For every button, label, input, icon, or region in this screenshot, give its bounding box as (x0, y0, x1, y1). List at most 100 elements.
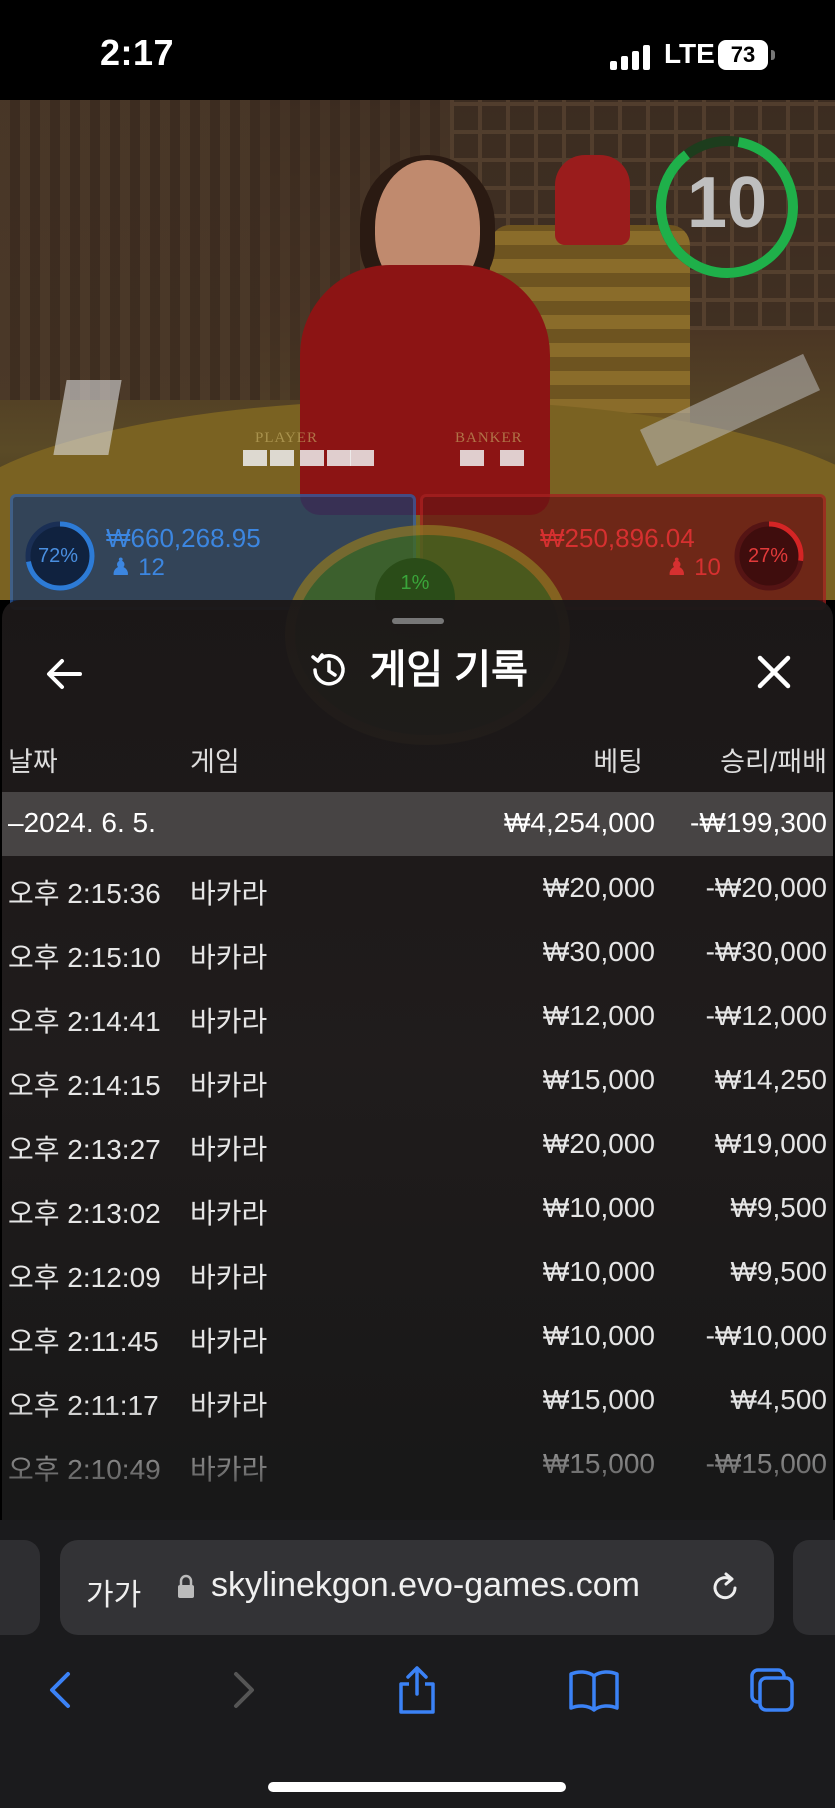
home-indicator (268, 1782, 566, 1792)
network-type: LTE (664, 38, 715, 69)
row-game: 바카라 (190, 1006, 268, 1037)
url-text[interactable]: skylinekgon.evo-games.com (211, 1566, 640, 1605)
row-time: 오후 2:14:41 (8, 1006, 161, 1037)
row-bet: ₩10,000 (542, 1192, 655, 1223)
date-summary-row[interactable]: –2024. 6. 5. ₩4,254,000 -₩199,300 (2, 792, 833, 856)
row-bet: ₩15,000 (542, 1064, 655, 1095)
player-bet-amount: ₩660,268.95 (106, 523, 261, 553)
row-result: ₩9,500 (730, 1256, 828, 1287)
player-percent: 72% (38, 545, 79, 567)
player-count-value: 12 (138, 554, 165, 581)
banker-count-value: 10 (694, 554, 721, 581)
row-result: ₩9,500 (730, 1192, 828, 1223)
summary-result: -₩199,300 (690, 807, 827, 838)
row-game: 바카라 (190, 1326, 268, 1357)
banker-table-label: BANKER (455, 430, 523, 446)
history-icon (311, 653, 345, 686)
bookmarks-icon[interactable] (566, 1662, 622, 1718)
row-result: ₩19,000 (714, 1128, 827, 1159)
reload-icon[interactable] (708, 1570, 742, 1604)
history-row[interactable]: 오후 2:13:02 바카라 ₩10,000 ₩9,500 (2, 1176, 833, 1240)
row-bet: ₩12,000 (542, 1000, 655, 1031)
playing-card (300, 450, 324, 466)
next-tab-peek[interactable] (793, 1540, 835, 1635)
row-game: 바카라 (190, 1262, 268, 1293)
row-game: 바카라 (190, 1070, 268, 1101)
playing-card (327, 450, 351, 466)
sheet-title: 게임 기록 (2, 630, 833, 710)
summary-bet: ₩4,254,000 (504, 807, 655, 838)
row-bet: ₩20,000 (542, 872, 655, 903)
battery-icon: 73 (718, 40, 768, 70)
column-header-result[interactable]: 승리/패배 (720, 740, 827, 779)
row-time: 오후 2:14:15 (8, 1070, 161, 1101)
column-header-date[interactable]: 날짜 (8, 740, 58, 779)
close-icon[interactable] (750, 648, 798, 696)
row-time: 오후 2:11:45 (8, 1326, 159, 1357)
browser-toolbar: 가가 skylinekgon.evo-games.com (0, 1520, 835, 1808)
address-bar[interactable]: 가가 skylinekgon.evo-games.com (60, 1540, 774, 1635)
list-fade (2, 1400, 833, 1520)
row-result: -₩12,000 (705, 1000, 827, 1031)
row-time: 오후 2:15:36 (8, 878, 161, 909)
battery-tip (771, 50, 775, 60)
row-time: 오후 2:13:27 (8, 1134, 161, 1165)
row-bet: ₩10,000 (542, 1320, 655, 1351)
tie-percent: 1% (400, 572, 430, 594)
sheet-title-text: 게임 기록 (369, 648, 528, 692)
history-row[interactable]: 오후 2:12:09 바카라 ₩10,000 ₩9,500 (2, 1240, 833, 1304)
banker-percent: 27% (748, 545, 789, 567)
curtain-left (0, 100, 260, 400)
banker-bet-amount: ₩250,896.04 (540, 523, 695, 553)
row-bet: ₩10,000 (542, 1256, 655, 1287)
share-icon[interactable] (389, 1662, 445, 1718)
text-size-button[interactable]: 가가 (86, 1570, 141, 1614)
status-bar: 2:17 LTE 73 (0, 0, 835, 100)
playing-card (350, 450, 374, 466)
row-game: 바카라 (190, 1198, 268, 1229)
summary-date: –2024. 6. 5. (8, 807, 156, 838)
countdown-timer: 10 (686, 163, 768, 243)
playing-card (243, 450, 267, 466)
row-time: 오후 2:15:10 (8, 942, 161, 973)
sheet-header: 게임 기록 (2, 630, 833, 710)
row-game: 바카라 (190, 1134, 268, 1165)
game-history-sheet: 게임 기록 날짜 게임 베팅 승리/패배 –2024. 6. 5. ₩4,254… (2, 600, 833, 1520)
row-bet: ₩30,000 (542, 936, 655, 967)
history-row[interactable]: 오후 2:14:15 바카라 ₩15,000 ₩14,250 (2, 1048, 833, 1112)
row-result: -₩10,000 (705, 1320, 827, 1351)
row-time: 오후 2:13:02 (8, 1198, 161, 1229)
row-result: -₩30,000 (705, 936, 827, 967)
tabs-icon[interactable] (744, 1662, 800, 1718)
player-table-label: PLAYER (255, 430, 318, 446)
row-game: 바카라 (190, 942, 268, 973)
sheet-drag-handle[interactable] (392, 618, 444, 624)
history-row[interactable]: 오후 2:14:41 바카라 ₩12,000 -₩12,000 (2, 984, 833, 1048)
row-time: 오후 2:12:09 (8, 1262, 161, 1293)
history-row[interactable]: 오후 2:15:10 바카라 ₩30,000 -₩30,000 (2, 920, 833, 984)
back-icon[interactable] (34, 1662, 90, 1718)
user-icon: ♟ (666, 554, 688, 581)
row-bet: ₩20,000 (542, 1128, 655, 1159)
history-row[interactable]: 오후 2:15:36 바카라 ₩20,000 -₩20,000 (2, 856, 833, 920)
dealer-body (300, 265, 550, 515)
previous-tab-peek[interactable] (0, 1540, 40, 1635)
playing-card (500, 450, 524, 466)
row-result: -₩20,000 (705, 872, 827, 903)
status-time: 2:17 (100, 32, 175, 73)
player-count: ♟ 12 (110, 553, 165, 582)
history-row[interactable]: 오후 2:13:27 바카라 ₩20,000 ₩19,000 (2, 1112, 833, 1176)
column-header-bet[interactable]: 베팅 (593, 740, 643, 779)
background-dealer (555, 155, 630, 245)
history-row[interactable]: 오후 2:11:45 바카라 ₩10,000 -₩10,000 (2, 1304, 833, 1368)
column-header-game[interactable]: 게임 (190, 740, 240, 779)
banker-count: ♟ 10 (666, 553, 721, 582)
user-icon: ♟ (110, 554, 132, 581)
lock-icon (178, 1574, 194, 1598)
playing-card (460, 450, 484, 466)
row-result: ₩14,250 (714, 1064, 827, 1095)
playing-card (270, 450, 294, 466)
forward-icon[interactable] (214, 1662, 270, 1718)
row-game: 바카라 (190, 878, 268, 909)
signal-icon (610, 44, 654, 70)
